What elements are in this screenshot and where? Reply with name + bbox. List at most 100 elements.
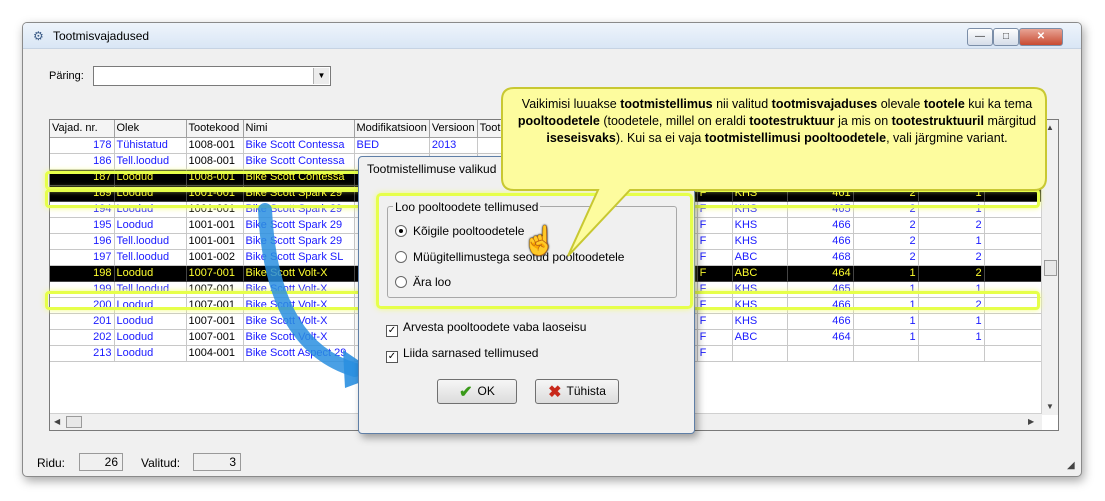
radio-icon[interactable] [395,276,407,288]
table-cell: 1001-002 [186,249,244,266]
callout-segment: tootestruktuuril [891,114,984,128]
callout-segment: ja mis on [834,114,892,128]
table-cell: 197 [50,249,115,266]
table-cell: 1001-001 [186,217,244,234]
table-cell: Bike Scott Contessa [243,137,355,154]
table-cell: Loodud [114,201,187,218]
table-cell: 213 [50,345,115,362]
table-cell: Tühistatud [114,137,187,154]
table-cell: 1 [918,281,985,298]
callout-segment: nii valitud [712,97,772,111]
rows-count-label: Ridu: [37,456,66,470]
radio-icon[interactable] [395,251,407,263]
table-cell: Tell.loodud [114,281,187,298]
callout-segment: ). Kui sa ei vaja [615,131,705,145]
table-cell: 201 [50,313,115,330]
column-header[interactable]: Olek [114,120,187,138]
query-combobox[interactable]: ▼ [93,66,331,86]
callout-segment: pooltoodetele [517,114,600,128]
table-cell: 1007-001 [186,313,244,330]
window-title: Tootmisvajadused [53,29,150,43]
cancel-button[interactable]: ✖ Tühista [535,379,619,404]
table-cell: Tell.loodud [114,153,187,170]
table-cell: 196 [50,233,115,250]
chevron-down-icon[interactable]: ▼ [313,68,329,84]
table-cell: 1008-001 [186,153,244,170]
table-cell: ABC [732,329,788,346]
table-cell: 1004-001 [186,345,244,362]
column-header[interactable]: Tootekood [186,120,244,138]
table-cell: Loodud [114,265,187,282]
table-cell: 1 [853,297,919,314]
table-cell: F [697,345,733,362]
table-cell [853,345,919,362]
table-cell: 194 [50,201,115,218]
option-dont-create[interactable]: Ära loo [395,275,451,289]
checkbox-free-stock[interactable]: ✓ Arvesta pooltoodete vaba laoseisu [386,320,586,337]
table-cell: Bike Scott Contessa [243,169,355,186]
table-cell: 2 [918,297,985,314]
hscroll-thumb[interactable] [66,416,82,428]
table-cell: 1 [918,329,985,346]
title-bar: ⚙ Tootmisvajadused — □ ✕ [23,23,1081,49]
table-cell: 1 [853,281,919,298]
callout-segment: (toodetele, millel on eraldi [599,114,750,128]
table-cell [732,345,788,362]
table-cell: Loodud [114,329,187,346]
table-cell: 178 [50,137,115,154]
table-cell: Loodud [114,217,187,234]
callout-segment: olevale [877,97,924,111]
table-cell: 1007-001 [186,265,244,282]
ok-button[interactable]: ✔ OK [437,379,517,404]
callout-segment: iseseisvaks [546,131,616,145]
close-button[interactable]: ✕ [1019,28,1063,46]
table-cell: 466 [787,297,854,314]
table-cell: F [697,329,733,346]
table-cell: 1008-001 [186,169,244,186]
table-cell: 1 [918,313,985,330]
table-cell: Loodud [114,345,187,362]
column-header[interactable]: Modifikatsioon [354,120,430,138]
table-cell: Loodud [114,297,187,314]
table-cell: Loodud [114,169,187,186]
checkbox-icon[interactable]: ✓ [386,351,398,363]
cross-icon: ✖ [548,384,562,401]
table-cell: Tell.loodud [114,233,187,250]
radio-icon[interactable] [395,225,407,237]
scroll-down-icon[interactable]: ▼ [1046,402,1054,411]
query-label: Päring: [49,70,84,82]
callout-segment: kui ka tema [964,97,1033,111]
table-cell: Bike Scott Spark 29 [243,185,355,202]
table-cell: 195 [50,217,115,234]
column-header[interactable]: Vajad. nr. [50,120,115,138]
callout-segment: tootele [923,97,965,111]
table-cell: Loodud [114,185,187,202]
column-header[interactable]: Versioon [429,120,478,138]
table-cell: 1 [853,313,919,330]
checkbox-icon[interactable]: ✓ [386,325,398,337]
scroll-left-icon[interactable]: ◀ [54,417,60,426]
scroll-right-icon[interactable]: ▶ [1028,417,1034,426]
maximize-button[interactable]: □ [993,28,1019,46]
table-cell: 1001-001 [186,201,244,218]
checkbox-merge-orders[interactable]: ✓ Liida sarnased tellimused [386,346,538,363]
minimize-button[interactable]: — [967,28,993,46]
column-header[interactable]: Nimi [243,120,355,138]
table-cell: 466 [787,313,854,330]
callout-segment: , vali järgmine variant. [886,131,1008,145]
table-cell: 1001-001 [186,233,244,250]
table-cell: 2013 [429,137,478,154]
table-cell: 464 [787,329,854,346]
table-cell: 1007-001 [186,329,244,346]
table-cell: KHS [732,281,788,298]
resize-grip-icon[interactable]: ◢ [1067,460,1075,471]
callout-segment: tootmisvajaduses [771,97,878,111]
table-cell: 1 [853,329,919,346]
table-cell [918,345,985,362]
callout-segment: tootmistellimus [620,97,713,111]
dialog-title: Tootmistellimuse valikud [367,162,497,176]
table-cell: 186 [50,153,115,170]
table-cell: 1007-001 [186,281,244,298]
app-icon: ⚙ [33,29,44,43]
callout-segment: tootmistellimusi pooltoodetele [704,131,887,145]
